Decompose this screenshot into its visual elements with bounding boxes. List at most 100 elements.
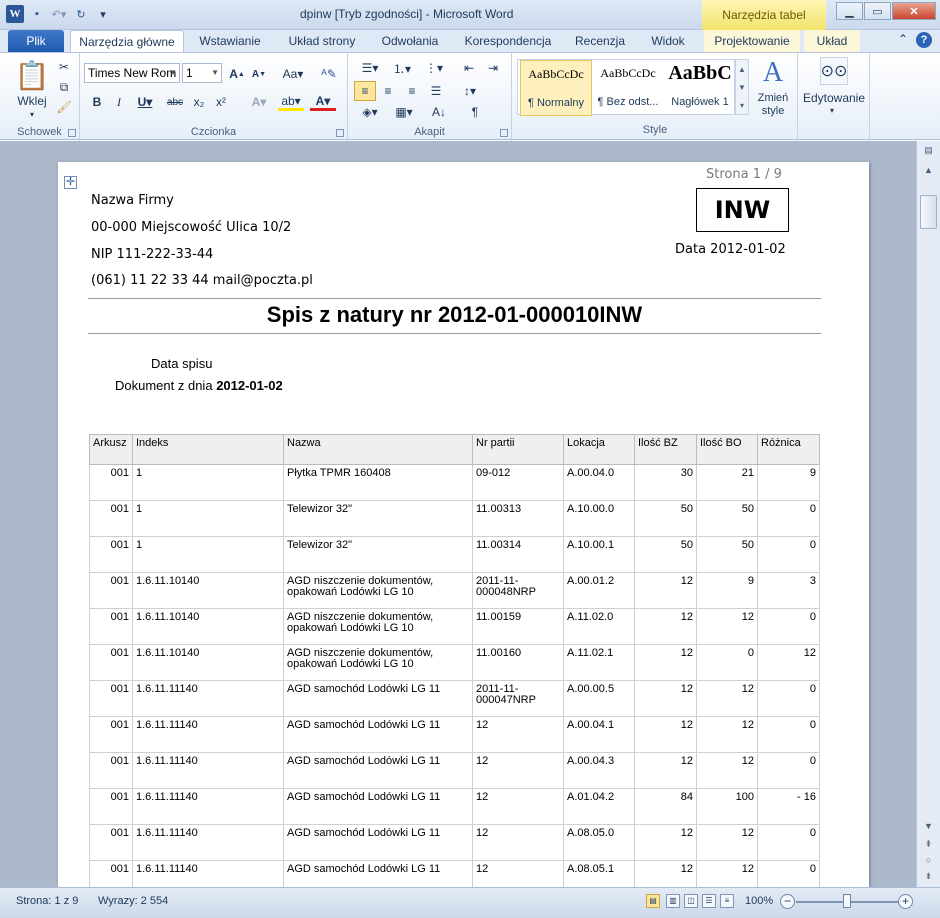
save-icon[interactable]: ▪ [28, 5, 46, 23]
draft-view-icon[interactable]: ≡ [720, 894, 734, 908]
numbering-icon[interactable]: ⒈▾ [388, 59, 416, 77]
tab-layout[interactable]: Układ [804, 30, 860, 52]
tab-page-layout[interactable]: Układ strony [280, 30, 364, 52]
word-app-icon[interactable]: W [6, 5, 24, 23]
shrink-font-icon[interactable]: A ▼ [250, 65, 268, 83]
zoom-in-icon[interactable]: + [898, 894, 913, 909]
copy-icon[interactable]: ⧉ [56, 79, 72, 95]
decrease-indent-icon[interactable]: ⇤ [460, 59, 478, 77]
table-row[interactable]: 001 1.6.11.11140 AGD samochód Lodówki LG 1… [89, 860, 820, 887]
paragraph-launcher-icon[interactable] [500, 129, 508, 137]
scroll-up-icon[interactable]: ▲ [920, 165, 937, 179]
change-styles-icon[interactable]: A [754, 57, 792, 89]
web-layout-icon[interactable]: ◫ [684, 894, 698, 908]
maximize-button[interactable]: ▭ [864, 2, 891, 20]
strikethrough-icon[interactable]: abc [164, 93, 186, 111]
tab-references[interactable]: Odwołania [372, 30, 448, 52]
undo-icon[interactable]: ↶▾ [50, 5, 68, 23]
scroll-down-icon[interactable]: ▼ [920, 821, 937, 835]
binoculars-icon[interactable]: ⊙⊙ [820, 57, 848, 85]
clipboard-launcher-icon[interactable] [68, 129, 76, 137]
next-page-icon[interactable]: ⇟ [920, 871, 937, 885]
vertical-scrollbar[interactable]: ▤ ▲ ▼ ⇞ ○ ⇟ [916, 141, 940, 887]
cut-icon[interactable]: ✂ [56, 59, 72, 75]
style-heading-1[interactable]: AaBbC Nagłówek 1 [664, 60, 736, 116]
superscript-icon[interactable]: x² [212, 93, 230, 111]
bullets-icon[interactable]: ☰▾ [356, 59, 384, 77]
tab-home[interactable]: Narzędzia główne [70, 30, 184, 52]
font-color-icon[interactable]: A▾ [310, 93, 336, 111]
chevron-down-icon[interactable]: ▼ [738, 83, 746, 92]
table-row[interactable]: 001 1 Telewizor 32" 11.00314 A.10.00.1 50 50 0 [89, 536, 820, 573]
subscript-icon[interactable]: x₂ [190, 93, 208, 111]
table-row[interactable]: 001 1.6.11.11140 AGD samochód Lodówki LG 1… [89, 788, 820, 825]
previous-page-icon[interactable]: ⇞ [920, 839, 937, 853]
tab-view[interactable]: Widok [640, 30, 696, 52]
change-styles-button[interactable]: Zmień style [746, 91, 800, 119]
tab-mailings[interactable]: Korespondencja [458, 30, 558, 52]
justify-icon[interactable]: ☰ [426, 81, 446, 101]
table-row[interactable]: 001 1.6.11.10140 AGD niszczenie dokumentów… [89, 644, 820, 681]
redo-icon[interactable]: ↻ [72, 5, 90, 23]
help-icon[interactable]: ? [916, 32, 932, 48]
paste-button[interactable]: 📋 [14, 57, 50, 93]
grow-font-icon[interactable]: A ▲ [228, 65, 246, 83]
bold-icon[interactable]: B [88, 93, 106, 111]
style-no-spacing[interactable]: AaBbCcDc ¶ Bez odst... [592, 60, 664, 116]
minimize-button[interactable]: ▁ [836, 2, 863, 20]
table-row[interactable]: 001 1 Płytka TPMR 160408 09-012 A.00.04.0 30 2… [89, 464, 820, 501]
customize-qat-icon[interactable]: ▾ [94, 5, 112, 23]
align-left-icon[interactable]: ≡ [354, 81, 376, 101]
underline-icon[interactable]: U▾ [132, 93, 158, 111]
table-row[interactable]: 001 1 Telewizor 32" 11.00313 A.10.00.0 50 50 0 [89, 500, 820, 537]
shading-icon[interactable]: ◈▾ [356, 103, 384, 121]
show-formatting-marks-icon[interactable]: ¶ [466, 103, 484, 121]
table-row[interactable]: 001 1.6.11.10140 AGD niszczenie dokumentów… [89, 572, 820, 609]
table-row[interactable]: 001 1.6.11.11140 AGD samochód Lodówki LG 1… [89, 716, 820, 753]
editing-button[interactable]: Edytowanie [800, 91, 868, 105]
style-normal[interactable]: AaBbCcDc ¶ Normalny [520, 60, 592, 116]
multilevel-list-icon[interactable]: ⋮▾ [420, 59, 448, 77]
zoom-slider-thumb[interactable] [843, 894, 851, 908]
increase-indent-icon[interactable]: ⇥ [484, 59, 502, 77]
close-button[interactable]: ✕ [892, 2, 936, 20]
tab-file[interactable]: Plik [8, 30, 64, 52]
document-area[interactable]: ✛ Strona 1 / 9 Nazwa Firmy 00-000 Miejsc… [0, 141, 916, 887]
table-row[interactable]: 001 1.6.11.11140 AGD samochód Lodówki LG 1… [89, 752, 820, 789]
align-right-icon[interactable]: ≡ [402, 81, 422, 101]
scrollbar-thumb[interactable] [920, 195, 937, 229]
page-indicator[interactable]: Strona: 1 z 9 [16, 895, 78, 907]
print-layout-icon[interactable]: ▤ [646, 894, 660, 908]
font-launcher-icon[interactable] [336, 129, 344, 137]
tab-insert[interactable]: Wstawianie [190, 30, 270, 52]
tab-review[interactable]: Recenzja [566, 30, 634, 52]
inventory-table[interactable]: Arkusz Indeks Nazwa Nr partii Lokacja Il… [89, 434, 820, 887]
highlight-icon[interactable]: ab▾ [278, 93, 304, 111]
document-page[interactable]: ✛ Strona 1 / 9 Nazwa Firmy 00-000 Miejsc… [58, 162, 869, 887]
full-screen-reading-icon[interactable]: ▥ [666, 894, 680, 908]
browse-object-icon[interactable]: ○ [920, 855, 937, 869]
table-row[interactable]: 001 1.6.11.10140 AGD niszczenie dokumentów… [89, 608, 820, 645]
change-case-icon[interactable]: Aa▾ [280, 65, 306, 83]
chevron-down-icon[interactable]: ▾ [826, 105, 838, 115]
table-row[interactable]: 001 1.6.11.11140 AGD samochód Lodówki LG 1… [89, 680, 820, 717]
zoom-level[interactable]: 100% [745, 895, 773, 907]
align-center-icon[interactable]: ≡ [378, 81, 398, 101]
borders-icon[interactable]: ▦▾ [390, 103, 418, 121]
table-row[interactable]: 001 1.6.11.11140 AGD samochód Lodówki LG 1… [89, 824, 820, 861]
minimize-ribbon-icon[interactable]: ⌃ [898, 32, 908, 48]
word-count[interactable]: Wyrazy: 2 554 [98, 895, 168, 907]
clear-formatting-icon[interactable]: ᴬ✎ [320, 65, 338, 83]
paste-dropdown-icon[interactable]: ▾ [26, 109, 38, 119]
chevron-up-icon[interactable]: ▲ [738, 65, 746, 74]
format-painter-icon[interactable]: 🖌 [56, 99, 72, 115]
ruler-toggle-icon[interactable]: ▤ [920, 145, 937, 161]
font-size-select[interactable]: 1 ▼ [182, 63, 222, 83]
sort-icon[interactable]: A↓ [430, 103, 448, 121]
outline-view-icon[interactable]: ☰ [702, 894, 716, 908]
font-name-select[interactable]: Times New Rom ▼ [84, 63, 180, 83]
tab-design[interactable]: Projektowanie [704, 30, 800, 52]
more-styles-icon[interactable]: ▾ [740, 101, 744, 110]
italic-icon[interactable]: I [110, 93, 128, 111]
text-effects-icon[interactable]: A▾ [246, 93, 272, 111]
